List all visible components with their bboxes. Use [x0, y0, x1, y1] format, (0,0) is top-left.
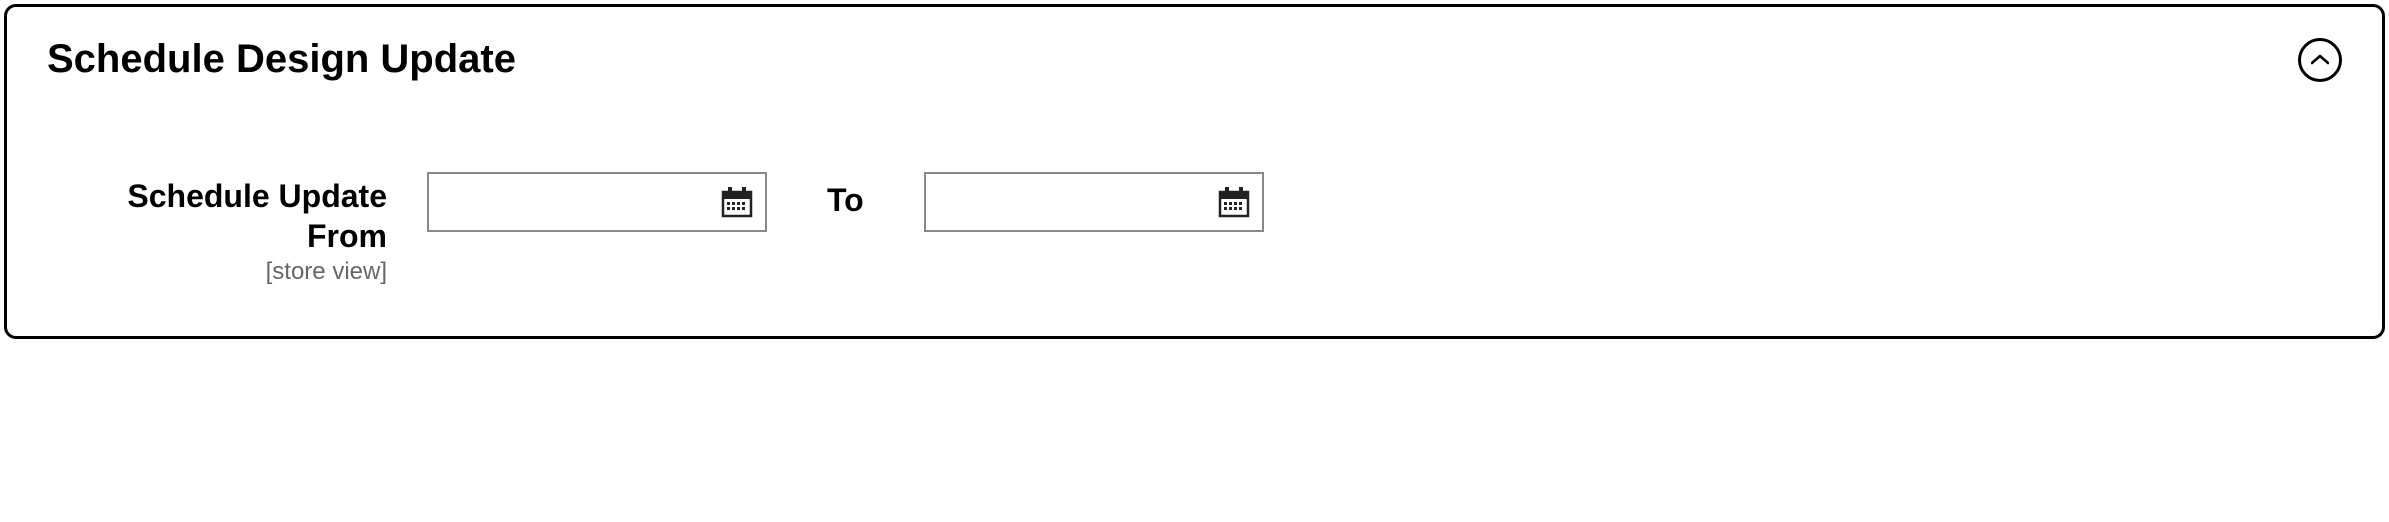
to-date-input-wrap — [924, 172, 1264, 232]
to-calendar-button[interactable] — [1214, 182, 1254, 222]
schedule-to-input[interactable] — [924, 172, 1264, 232]
schedule-update-row: Schedule Update From [store view] — [47, 172, 2342, 286]
from-label-block: Schedule Update From [store view] — [47, 172, 387, 286]
panel-title: Schedule Design Update — [47, 37, 516, 82]
chevron-up-icon — [2311, 54, 2329, 66]
to-field-label: To — [807, 172, 884, 219]
collapse-toggle-button[interactable] — [2298, 38, 2342, 82]
schedule-from-input[interactable] — [427, 172, 767, 232]
schedule-design-update-panel: Schedule Design Update Schedule Update F… — [4, 4, 2385, 339]
from-date-input-wrap — [427, 172, 767, 232]
from-field-label: Schedule Update From — [47, 176, 387, 256]
from-field-scope: [store view] — [47, 258, 387, 286]
from-calendar-button[interactable] — [717, 182, 757, 222]
panel-header: Schedule Design Update — [47, 37, 2342, 82]
calendar-icon — [720, 185, 754, 219]
calendar-icon — [1217, 185, 1251, 219]
